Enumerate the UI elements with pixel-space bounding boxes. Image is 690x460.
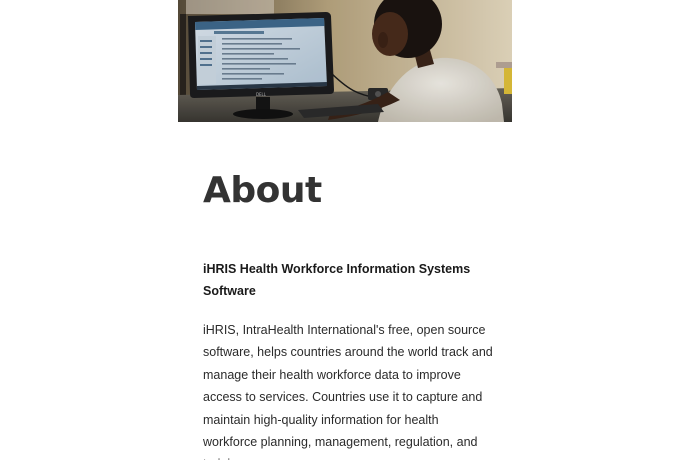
hero-photo-illustration: DELL <box>178 0 512 122</box>
hero-image: DELL <box>178 0 512 122</box>
page-title: About <box>203 170 322 211</box>
page: DELL About iHRIS Health Workforce Inform… <box>0 0 690 460</box>
article-body: iHRIS, IntraHealth International's free,… <box>203 323 493 460</box>
article-subheading: iHRIS Health Workforce Information Syste… <box>203 262 471 298</box>
article-content: About iHRIS Health Workforce Information… <box>203 168 503 460</box>
